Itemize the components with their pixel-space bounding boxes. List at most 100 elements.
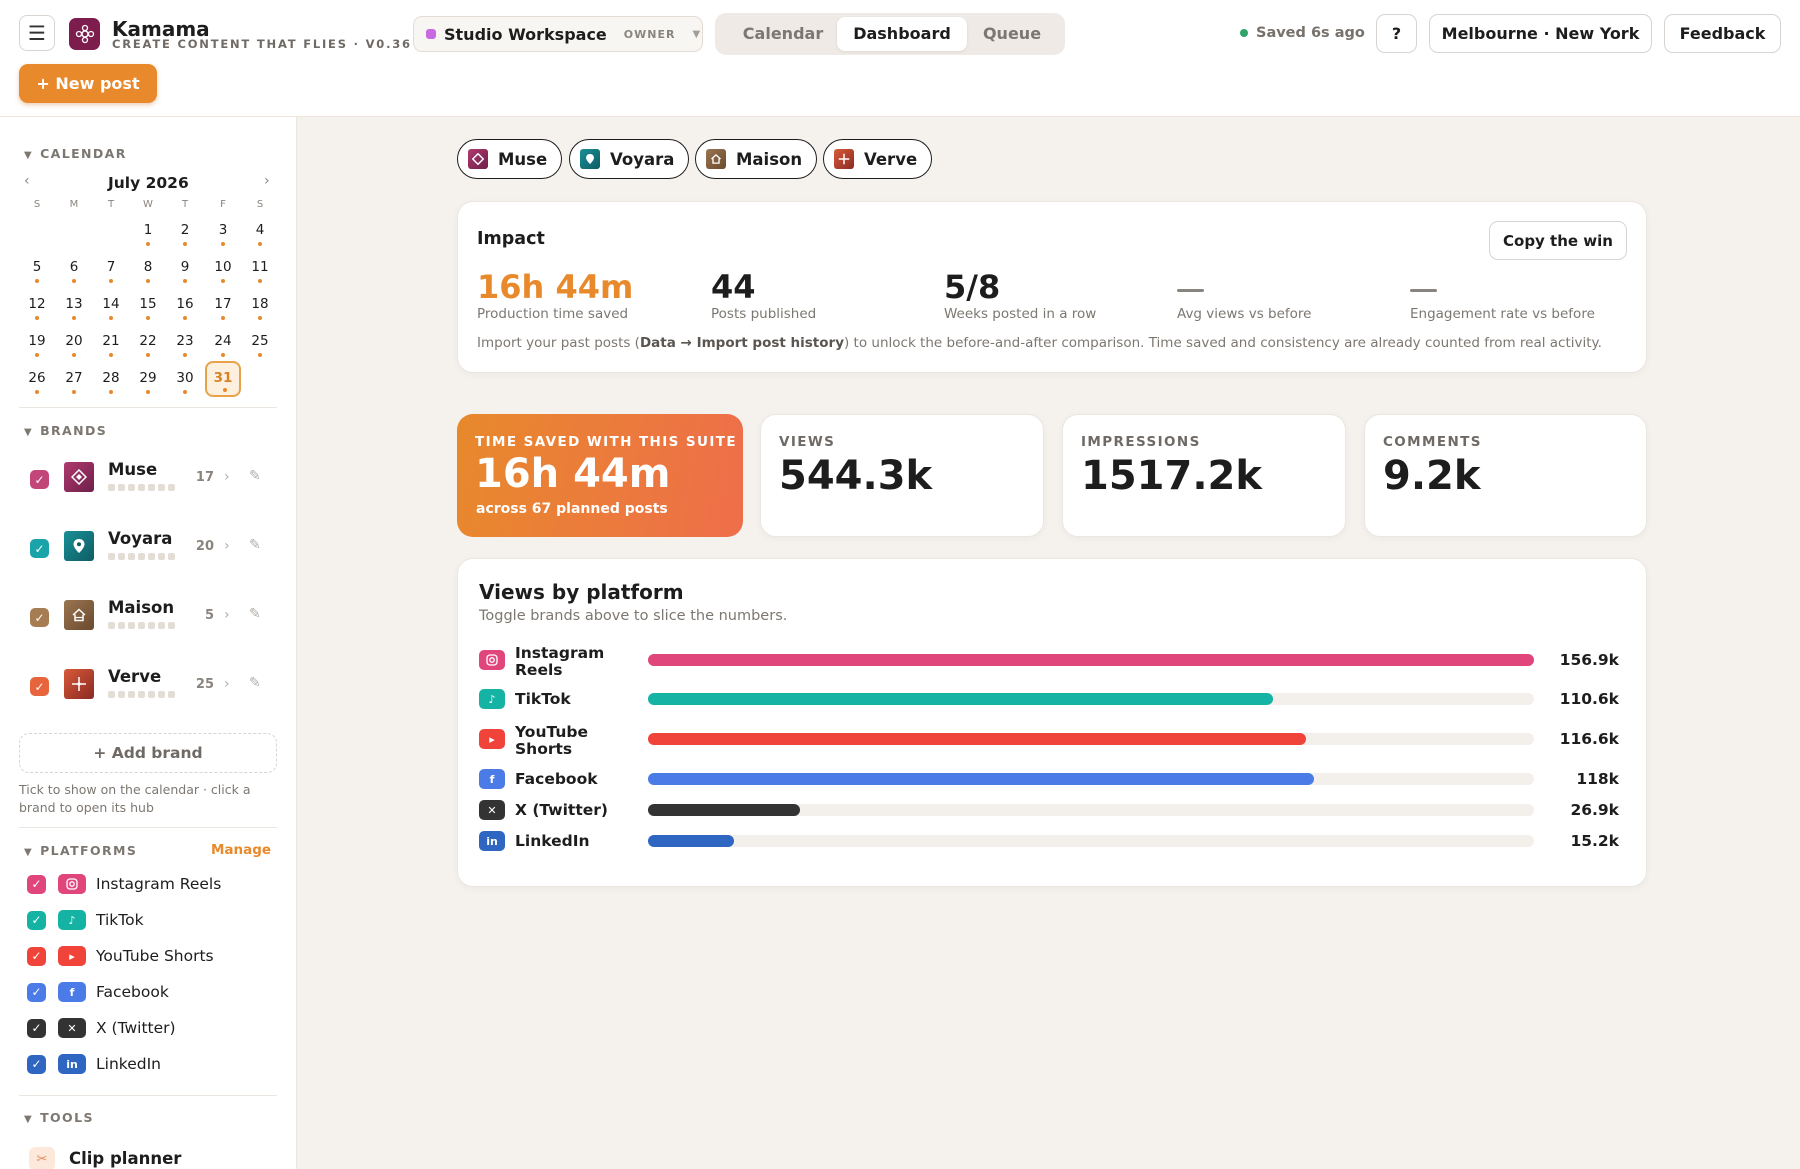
calendar-day[interactable]: 29: [130, 361, 166, 397]
calendar-day[interactable]: 1: [130, 213, 166, 249]
edit-pencil-icon[interactable]: ✎: [249, 606, 261, 622]
edit-pencil-icon[interactable]: ✎: [249, 675, 261, 691]
views-by-platform-card: Views by platform Toggle brands above to…: [457, 558, 1647, 887]
calendar-day[interactable]: 28: [93, 361, 129, 397]
chevron-right-icon[interactable]: ›: [224, 469, 230, 485]
edit-pencil-icon[interactable]: ✎: [249, 537, 261, 553]
calendar-day[interactable]: 23: [167, 324, 203, 360]
brand-chip-voyara[interactable]: Voyara: [569, 139, 690, 179]
feedback-button[interactable]: Feedback: [1664, 14, 1781, 53]
calendar-day[interactable]: 9: [167, 250, 203, 286]
calendar-day[interactable]: 24: [205, 324, 241, 360]
chevron-right-icon[interactable]: ›: [224, 538, 230, 554]
weekday-label: W: [143, 199, 153, 210]
brand-row-voyara[interactable]: ✓ Voyara 20 › ✎: [19, 520, 279, 578]
calendar-day-today[interactable]: 31: [205, 361, 241, 397]
platform-name: YouTube Shorts: [96, 947, 214, 965]
calendar-day[interactable]: 22: [130, 324, 166, 360]
calendar-day[interactable]: 8: [130, 250, 166, 286]
calendar-day[interactable]: 21: [93, 324, 129, 360]
edit-pencil-icon[interactable]: ✎: [249, 468, 261, 484]
tab-queue[interactable]: Queue: [967, 17, 1057, 51]
app-logo: [69, 18, 100, 50]
post-indicator-dot: [72, 353, 76, 357]
brand-row-maison[interactable]: ✓ Maison 5 › ✎: [19, 589, 279, 647]
calendar-day[interactable]: 18: [242, 287, 278, 323]
brand-chip-maison[interactable]: Maison: [695, 139, 818, 179]
platform-row-tiktok[interactable]: ✓ ♪ TikTok: [27, 905, 144, 935]
next-month-icon[interactable]: ›: [264, 173, 270, 189]
calendar-day[interactable]: 11: [242, 250, 278, 286]
platforms-section-header[interactable]: ▼ PLATFORMS: [24, 843, 137, 858]
calendar-section-header[interactable]: ▼ CALENDAR: [24, 146, 127, 161]
app-tagline: CREATE CONTENT THAT FLIES · V0.36: [112, 37, 412, 51]
linkedin-icon: in: [58, 1054, 86, 1074]
brand-chip-verve[interactable]: Verve: [823, 139, 933, 179]
platform-row-facebook[interactable]: ✓ f Facebook: [27, 977, 169, 1007]
calendar-day[interactable]: 6: [56, 250, 92, 286]
brands-section-header[interactable]: ▼ BRANDS: [24, 423, 107, 438]
calendar-day[interactable]: 5: [19, 250, 55, 286]
calendar-day[interactable]: 12: [19, 287, 55, 323]
calendar-day[interactable]: 4: [242, 213, 278, 249]
tools-section-header[interactable]: ▼ TOOLS: [24, 1110, 94, 1125]
platform-row-linkedin[interactable]: ✓ in LinkedIn: [27, 1049, 161, 1079]
calendar-day[interactable]: 16: [167, 287, 203, 323]
brand-row-muse[interactable]: ✓ Muse 17 › ✎: [19, 451, 279, 509]
collapse-caret-icon: ▼: [24, 847, 34, 858]
diamond-icon: [468, 149, 488, 169]
manage-platforms-link[interactable]: Manage: [211, 842, 271, 858]
platform-row-x[interactable]: ✓ ✕ X (Twitter): [27, 1013, 176, 1043]
platform-checkbox[interactable]: ✓: [27, 946, 46, 966]
workspace-selector[interactable]: Studio Workspace OWNER ▼: [413, 16, 703, 52]
calendar-day[interactable]: 25: [242, 324, 278, 360]
brand-checkbox[interactable]: ✓: [30, 539, 49, 558]
platform-row-youtube[interactable]: ✓ ▸ YouTube Shorts: [27, 941, 214, 971]
timezones-button[interactable]: Melbourne · New York: [1429, 14, 1652, 53]
calendar-day[interactable]: 2: [167, 213, 203, 249]
calendar-day[interactable]: 19: [19, 324, 55, 360]
calendar-day[interactable]: 30: [167, 361, 203, 397]
new-post-button[interactable]: + New post: [19, 64, 157, 103]
tool-clip-planner[interactable]: Clip planner: [69, 1149, 181, 1168]
bar-fill: [648, 733, 1307, 745]
calendar-day[interactable]: 14: [93, 287, 129, 323]
house-icon: [706, 149, 726, 169]
calendar-day[interactable]: 20: [56, 324, 92, 360]
brand-checkbox[interactable]: ✓: [30, 677, 49, 696]
tab-dashboard[interactable]: Dashboard: [837, 17, 967, 51]
calendar-day[interactable]: 27: [56, 361, 92, 397]
brand-checkbox[interactable]: ✓: [30, 608, 49, 627]
platform-checkbox[interactable]: ✓: [27, 910, 46, 930]
calendar-day[interactable]: 7: [93, 250, 129, 286]
help-button[interactable]: ?: [1376, 14, 1417, 53]
chevron-right-icon[interactable]: ›: [224, 676, 230, 692]
bar-track: [648, 693, 1534, 705]
save-status: Saved 6s ago: [1240, 25, 1365, 41]
platform-checkbox[interactable]: ✓: [27, 1054, 46, 1074]
platform-row-instagram[interactable]: ✓ Instagram Reels: [27, 869, 221, 899]
brand-chip-muse[interactable]: Muse: [457, 139, 563, 179]
platform-checkbox[interactable]: ✓: [27, 874, 46, 894]
facebook-icon: f: [479, 769, 505, 789]
copy-the-win-button[interactable]: Copy the win: [1489, 221, 1627, 260]
brand-checkbox[interactable]: ✓: [30, 470, 49, 489]
chevron-right-icon[interactable]: ›: [224, 607, 230, 623]
prev-month-icon[interactable]: ‹: [24, 173, 30, 189]
stat-posts-value: 44: [711, 268, 756, 306]
platform-checkbox[interactable]: ✓: [27, 1018, 46, 1038]
brand-row-verve[interactable]: ✓ Verve 25 › ✎: [19, 658, 279, 716]
calendar-day[interactable]: 10: [205, 250, 241, 286]
calendar-day[interactable]: 13: [56, 287, 92, 323]
tab-calendar[interactable]: Calendar: [723, 17, 843, 51]
platform-checkbox[interactable]: ✓: [27, 982, 46, 1002]
calendar-day[interactable]: 17: [205, 287, 241, 323]
add-brand-button[interactable]: + Add brand: [19, 733, 277, 773]
view-tabs: Calendar Dashboard Queue: [715, 13, 1065, 55]
calendar-day[interactable]: 26: [19, 361, 55, 397]
menu-button[interactable]: ☰: [19, 15, 55, 51]
post-indicator-dot: [221, 279, 225, 283]
platform-bar-label: Facebook: [515, 770, 598, 788]
calendar-day[interactable]: 3: [205, 213, 241, 249]
calendar-day[interactable]: 15: [130, 287, 166, 323]
